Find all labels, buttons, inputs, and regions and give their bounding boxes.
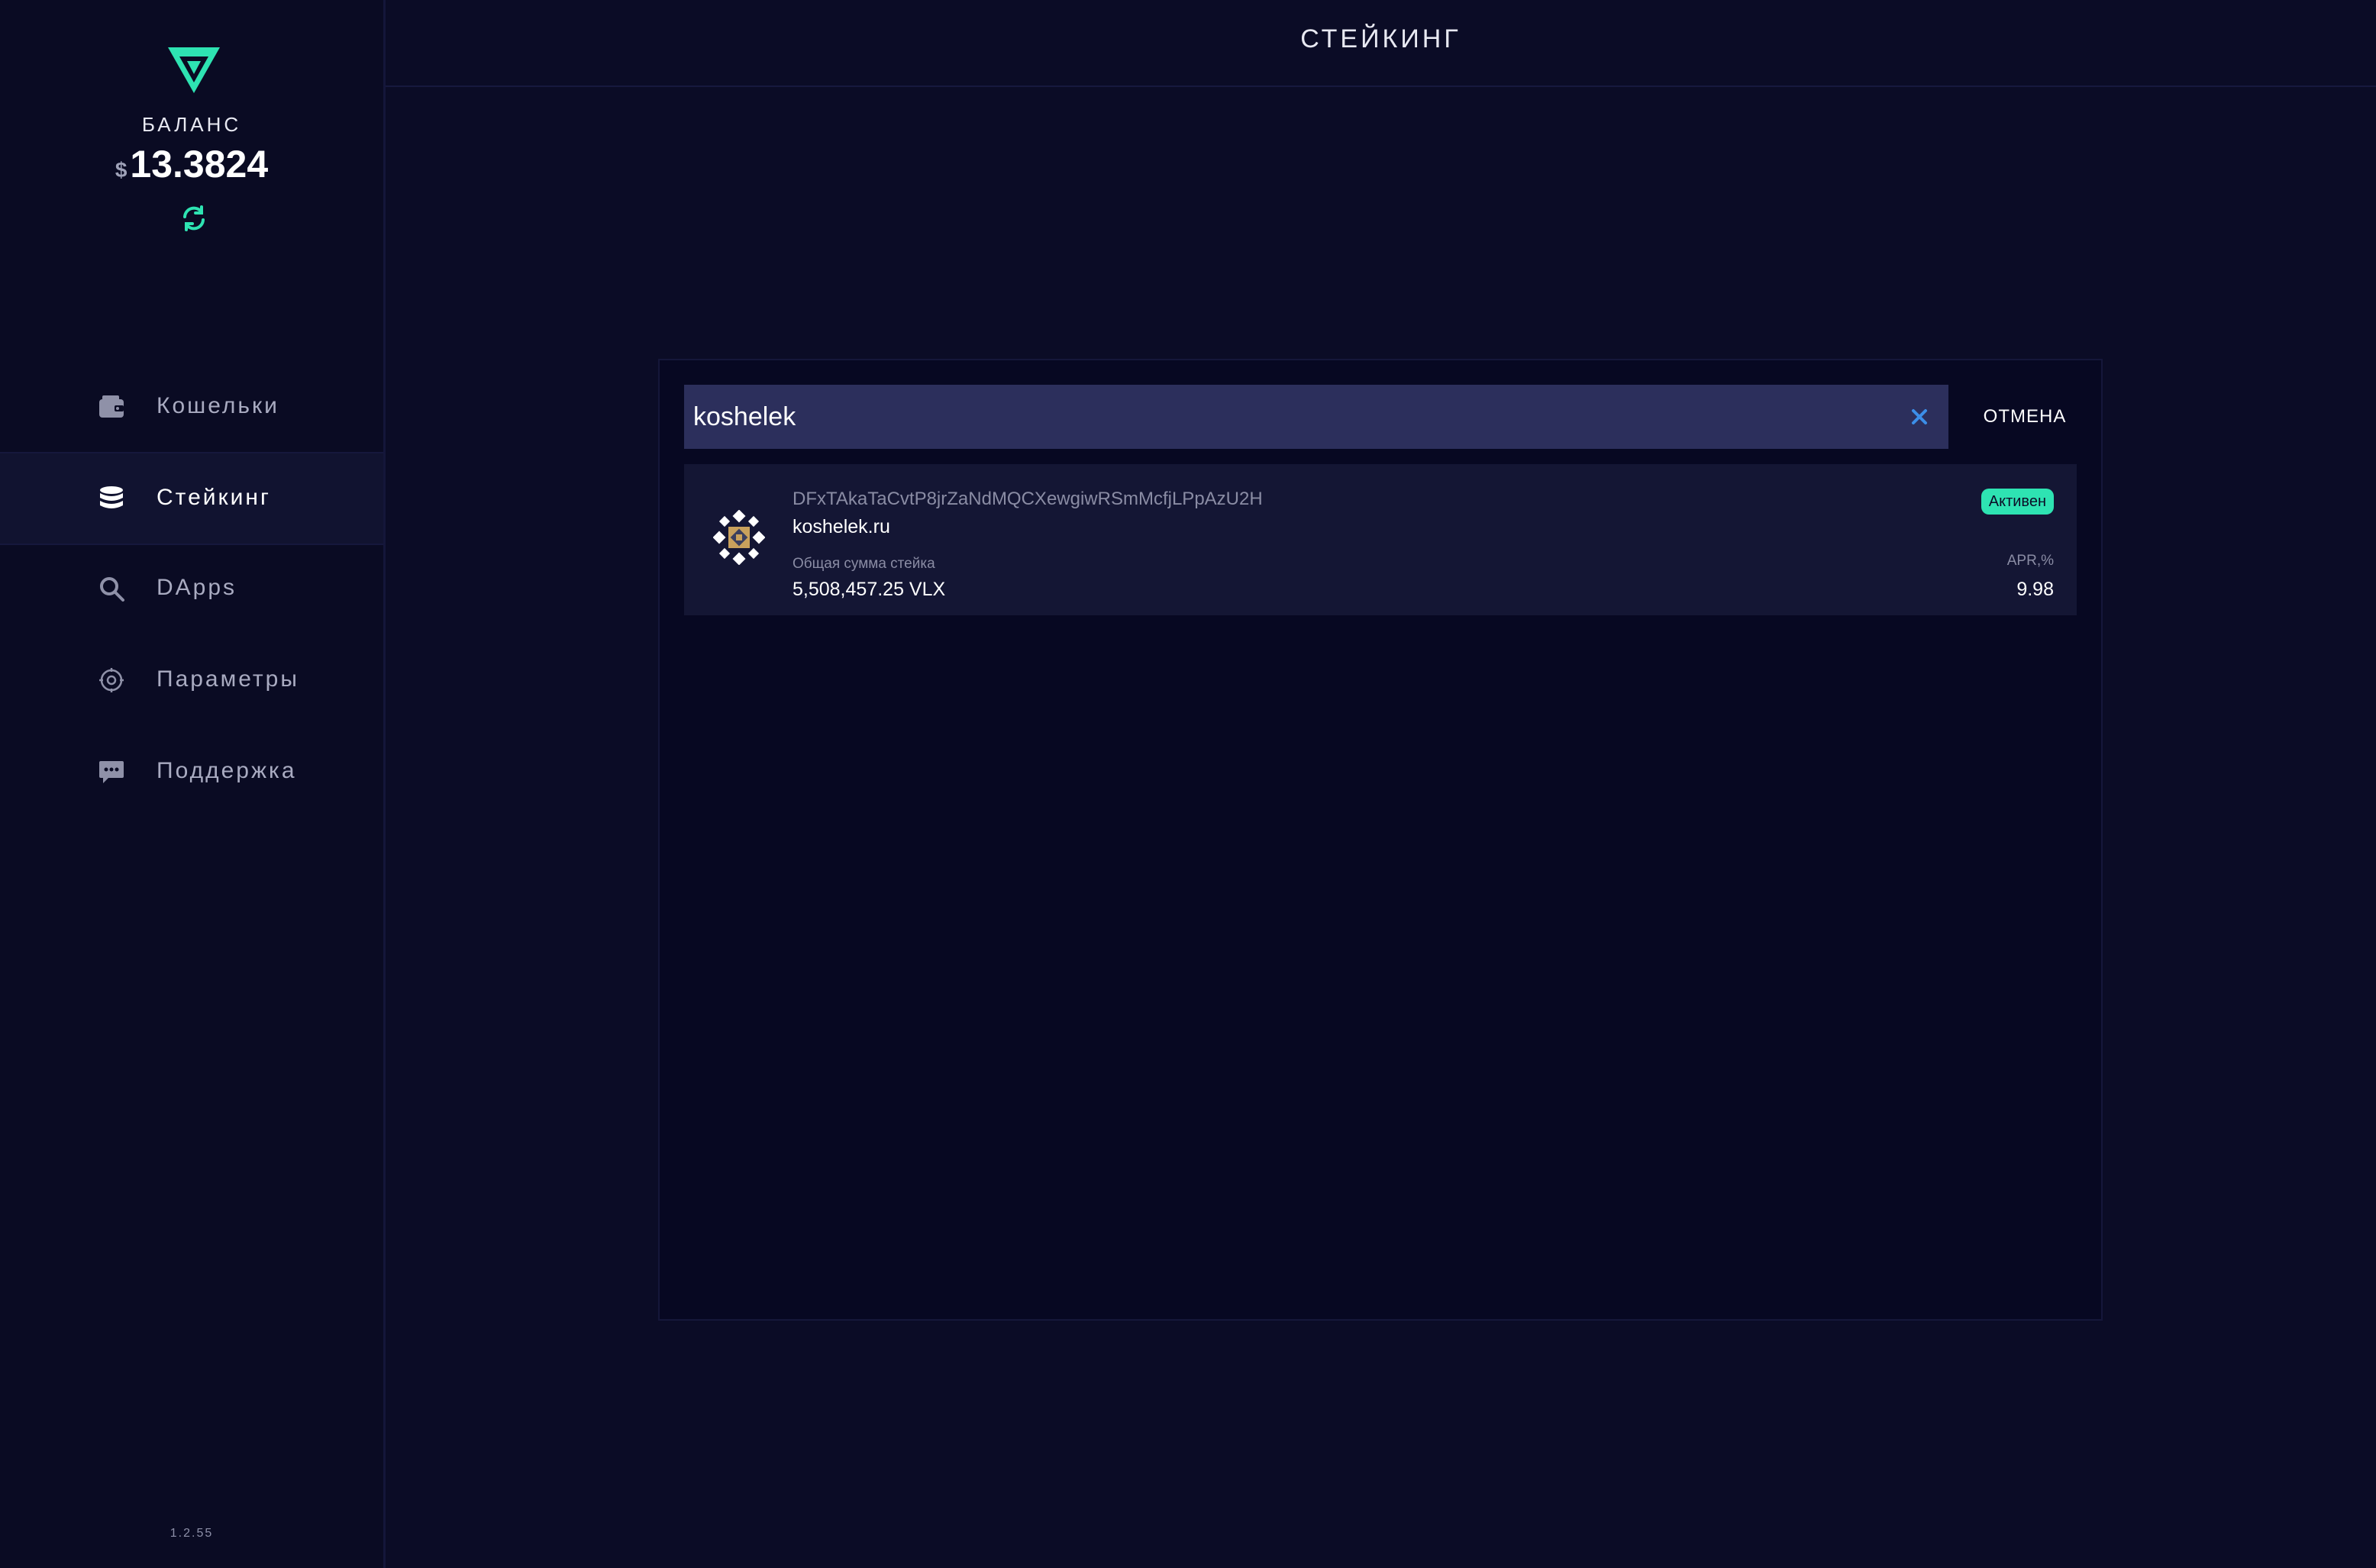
app-version: 1.2.55 — [169, 1527, 214, 1540]
staking-search-panel: ОТМЕНА DFxTAkaTaCvtP8jrZaNdMQCXe — [658, 359, 2103, 1321]
balance-value: 13.3824 — [130, 143, 269, 186]
apr-value: 9.98 — [2016, 579, 2054, 600]
validator-card[interactable]: DFxTAkaTaCvtP8jrZaNdMQCXewgiwRSmMcfjLPpA… — [684, 464, 2077, 615]
page-header: СТЕЙКИНГ — [386, 0, 2376, 87]
sidebar-item-wallets[interactable]: Кошельки — [0, 362, 383, 452]
database-icon — [100, 486, 123, 508]
sidebar-item-label: Стейкинг — [157, 485, 271, 510]
clear-icon[interactable] — [1906, 403, 1933, 431]
total-stake-label: Общая сумма стейка — [793, 556, 935, 572]
validator-host: koshelek.ru — [793, 516, 890, 537]
sidebar-item-settings[interactable]: Параметры — [0, 635, 383, 725]
balance-label: БАЛАНС — [141, 113, 242, 136]
app-window: БАЛАНС $13.3824 Кошельки Стейкинг DApps … — [0, 0, 2376, 1568]
search-icon — [100, 577, 124, 602]
total-stake-value: 5,508,457.25 VLX — [793, 579, 946, 600]
sidebar-item-label: Кошельки — [157, 393, 279, 418]
validator-avatar — [713, 510, 765, 565]
search-input[interactable] — [693, 398, 1884, 435]
sidebar-item-label: DApps — [157, 575, 237, 600]
sidebar: БАЛАНС $13.3824 Кошельки Стейкинг DApps … — [0, 0, 386, 1568]
search-box — [684, 385, 1948, 449]
page-title: СТЕЙКИНГ — [1300, 24, 1461, 53]
refresh-icon[interactable] — [180, 205, 208, 232]
validator-address: DFxTAkaTaCvtP8jrZaNdMQCXewgiwRSmMcfjLPpA… — [793, 489, 1263, 509]
cancel-button[interactable]: ОТМЕНА — [1961, 385, 2089, 449]
gear-icon — [99, 668, 124, 692]
sidebar-item-label: Параметры — [157, 666, 299, 692]
sidebar-item-dapps[interactable]: DApps — [0, 544, 383, 634]
chat-icon — [99, 761, 124, 783]
apr-label: APR,% — [2006, 553, 2054, 569]
status-badge: Активен — [1981, 489, 2054, 515]
velas-logo — [168, 47, 220, 93]
sidebar-item-staking[interactable]: Стейкинг — [0, 452, 383, 545]
sidebar-item-label: Поддержка — [157, 758, 297, 783]
sidebar-item-support[interactable]: Поддержка — [0, 727, 383, 817]
wallet-icon — [99, 395, 124, 418]
balance-amount: $13.3824 — [0, 142, 383, 186]
balance-currency: $ — [115, 158, 128, 182]
